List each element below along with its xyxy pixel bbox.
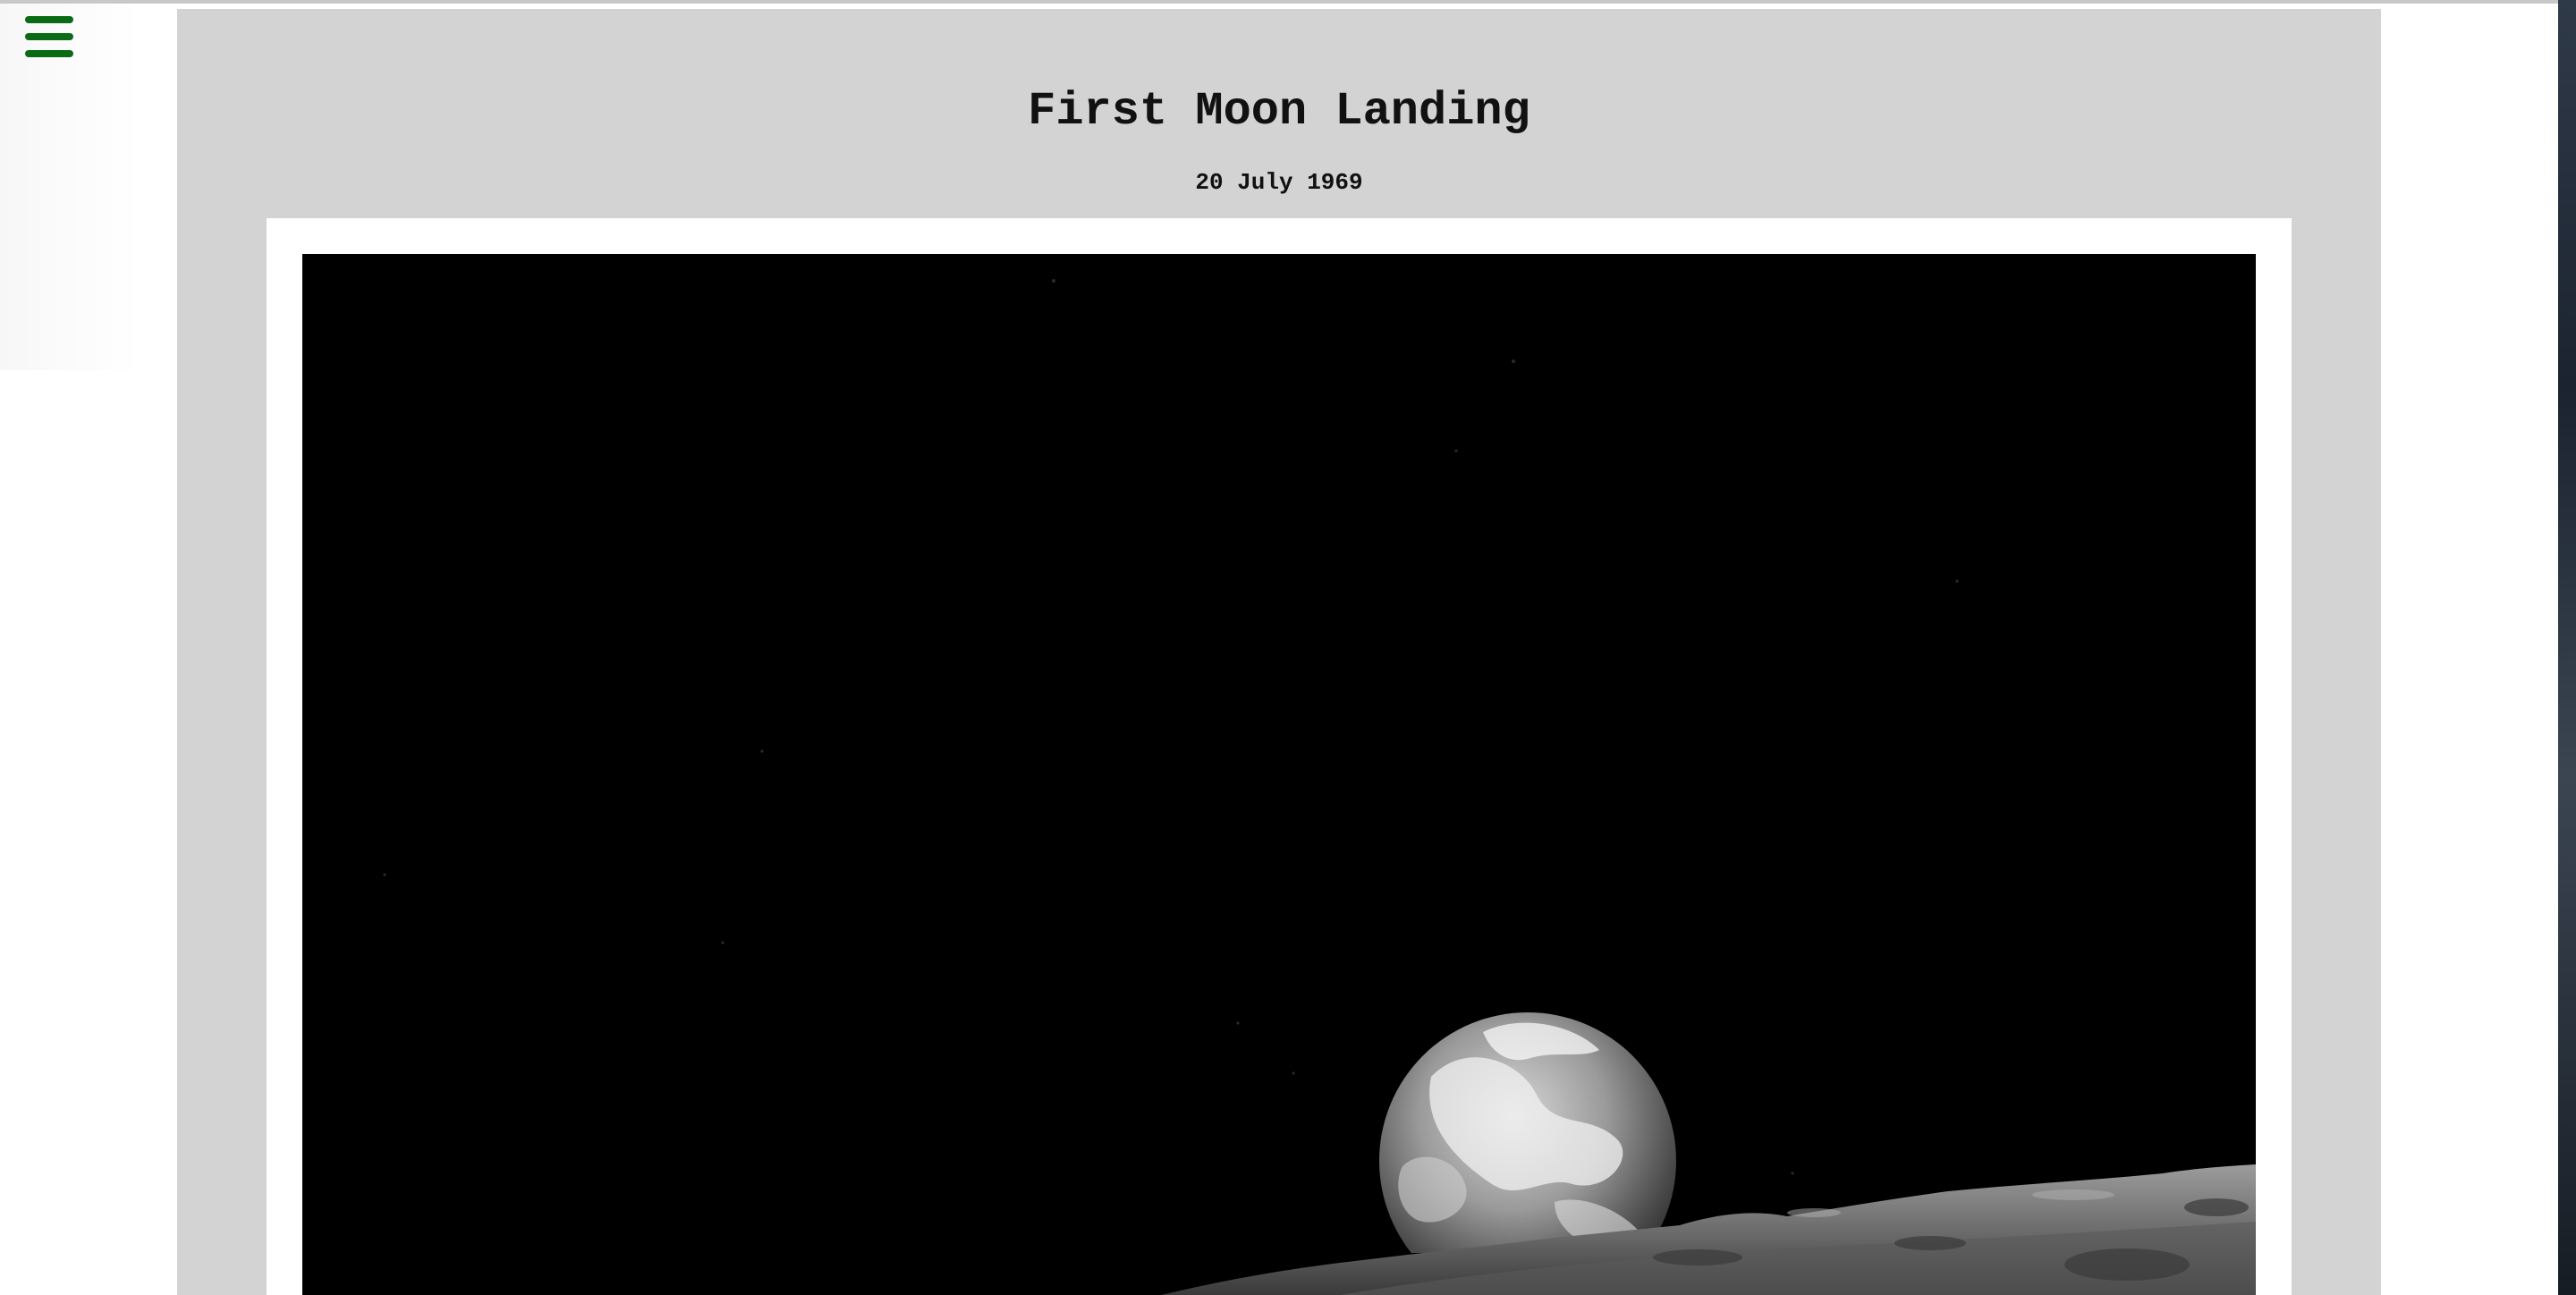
hamburger-menu-icon[interactable]: [25, 16, 73, 57]
menu-bar-bottom: [25, 50, 73, 57]
page: First Moon Landing 20 July 1969: [0, 0, 2576, 1295]
earthrise-photo: [302, 254, 2256, 1295]
left-margin: [0, 4, 175, 370]
menu-bar-middle: [25, 33, 73, 40]
photo-frame: [267, 218, 2292, 1295]
article-date: 20 July 1969: [1195, 169, 1363, 196]
article-panel: First Moon Landing 20 July 1969: [177, 9, 2381, 1295]
earthrise-illustration: [383, 279, 2256, 1295]
menu-bar-top: [25, 16, 73, 23]
top-border: [0, 0, 2576, 4]
page-title: First Moon Landing: [1028, 85, 1530, 138]
desktop-background-edge: [2558, 0, 2576, 1295]
star-field: [383, 279, 1959, 1175]
